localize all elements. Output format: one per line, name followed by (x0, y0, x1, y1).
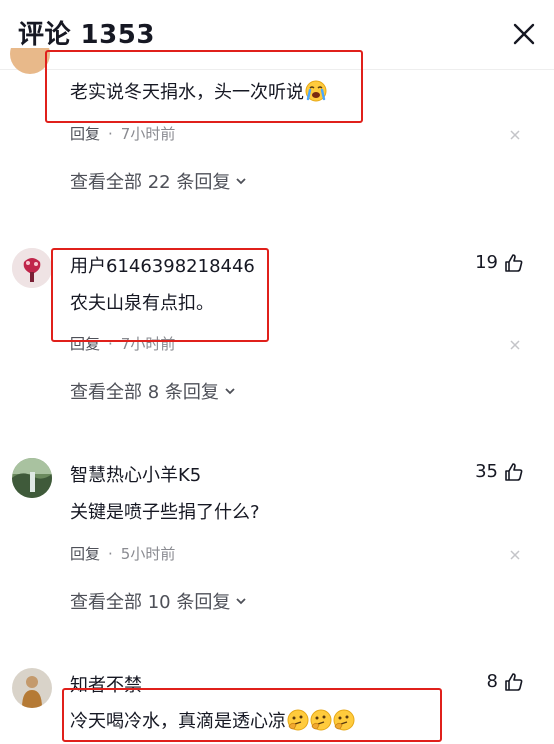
like-count: 19 (475, 252, 498, 273)
comment-time: 7小时前 (120, 335, 176, 353)
thinking-emoji-icon (310, 709, 332, 731)
like-count: 35 (475, 461, 498, 482)
view-all-replies-button[interactable]: 查看全部 8 条回复 (70, 378, 237, 404)
comment-meta: 回复 · 7小时前 (70, 333, 175, 354)
reply-button[interactable]: 回复 (70, 333, 100, 354)
reply-button[interactable]: 回复 (70, 123, 100, 144)
avatar[interactable] (10, 48, 50, 76)
chevron-down-icon (236, 178, 246, 185)
comment-username[interactable]: 智慧热心小羊K5 (70, 461, 201, 487)
separator-dot: · (108, 334, 113, 353)
thumbs-up-icon (505, 253, 523, 272)
x-icon[interactable] (508, 548, 522, 562)
separator-dot: · (108, 544, 113, 563)
thumbs-up-icon (505, 672, 523, 691)
separator-dot: · (108, 124, 113, 143)
thinking-emoji-icon (287, 709, 309, 731)
comments-header: 评论 1353 (0, 0, 554, 70)
comment-username[interactable]: 知者不禁 (70, 671, 142, 697)
avatar[interactable] (12, 668, 52, 708)
like-button[interactable]: 19 (475, 252, 524, 273)
comment-meta: 回复 · 5小时前 (70, 543, 175, 564)
x-icon[interactable] (508, 128, 522, 142)
view-replies-label: 查看全部 10 条回复 (70, 592, 231, 613)
reply-button[interactable]: 回复 (70, 543, 100, 564)
thinking-emoji-icon (333, 709, 355, 731)
comment-time: 5小时前 (120, 545, 176, 563)
like-count: 8 (486, 671, 498, 692)
crying-emoji-icon (305, 80, 327, 102)
comment-text: 老实说冬天捐水，头一次听说 (70, 78, 327, 104)
view-all-replies-button[interactable]: 查看全部 10 条回复 (70, 588, 248, 614)
comment-username[interactable]: 用户6146398218446 (70, 252, 255, 278)
like-button[interactable]: 35 (475, 461, 524, 482)
comment-meta: 回复 · 7小时前 (70, 123, 175, 144)
comment-time: 7小时前 (120, 125, 176, 143)
comment-text: 关键是喷子些捐了什么? (70, 502, 260, 523)
chevron-down-icon (236, 598, 246, 605)
close-icon[interactable] (510, 20, 538, 48)
comments-title: 评论 1353 (18, 20, 155, 50)
chevron-down-icon (225, 388, 235, 395)
comment-text: 农夫山泉有点扣。 (70, 293, 214, 314)
avatar[interactable] (12, 458, 52, 498)
view-all-replies-button[interactable]: 查看全部 22 条回复 (70, 168, 248, 194)
comment-text: 冷天喝冷水，真滴是透心凉 (70, 707, 355, 733)
avatar[interactable] (12, 248, 52, 288)
thumbs-up-icon (505, 462, 523, 481)
view-replies-label: 查看全部 8 条回复 (70, 382, 219, 403)
like-button[interactable]: 8 (487, 671, 524, 692)
view-replies-label: 查看全部 22 条回复 (70, 172, 231, 193)
x-icon[interactable] (508, 338, 522, 352)
